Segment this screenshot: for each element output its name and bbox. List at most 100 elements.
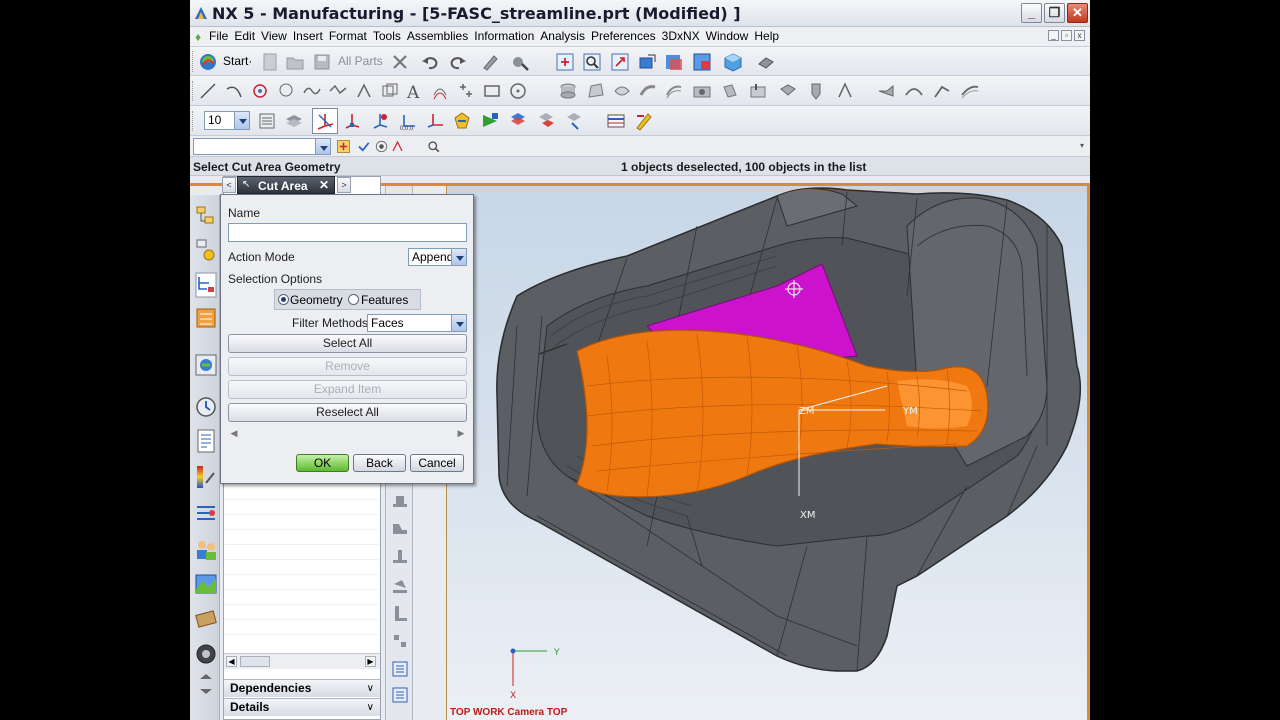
list-item[interactable]	[225, 605, 379, 620]
layer-settings-icon[interactable]	[257, 111, 277, 131]
section-icon[interactable]	[380, 81, 400, 101]
layout-icon[interactable]	[692, 52, 712, 72]
cut-area-tab[interactable]: ↖ Cut Area ✕	[237, 176, 335, 194]
layer-select[interactable]: 10	[204, 111, 250, 130]
cavity-mill-icon[interactable]	[391, 490, 409, 508]
list-item[interactable]	[225, 530, 379, 545]
chevron-down-icon[interactable]	[451, 249, 466, 265]
spline-icon[interactable]	[276, 81, 296, 101]
tab-prev-icon[interactable]: <	[222, 177, 236, 193]
chamfer-icon[interactable]	[664, 81, 684, 101]
assembly-navigator-icon[interactable]	[194, 203, 218, 231]
quick-pick-icon[interactable]	[426, 139, 441, 154]
revolve-icon[interactable]	[586, 81, 606, 101]
tool-list-icon[interactable]	[391, 660, 409, 678]
pan-view-icon[interactable]	[638, 52, 658, 72]
toolbar-grip[interactable]	[192, 51, 195, 72]
thicken-icon[interactable]	[806, 81, 826, 101]
menu-information[interactable]: Information	[474, 29, 540, 43]
menu-help[interactable]: Help	[754, 29, 785, 43]
curve-icon[interactable]	[302, 81, 322, 101]
circle-icon[interactable]	[508, 81, 528, 101]
list-item[interactable]	[225, 485, 379, 500]
menu-tools[interactable]: Tools	[373, 29, 407, 43]
draft-angle-icon[interactable]	[835, 81, 855, 101]
list-item[interactable]	[225, 620, 379, 635]
machine-tool-navigator-icon[interactable]	[194, 305, 218, 333]
back-button[interactable]: Back	[353, 454, 406, 472]
arc-icon[interactable]	[224, 81, 244, 101]
list-item[interactable]	[225, 560, 379, 575]
operation-navigator-icon[interactable]	[194, 271, 218, 299]
save-icon[interactable]	[312, 52, 332, 72]
wcs-button-active[interactable]	[312, 108, 338, 134]
toolbar-grip[interactable]	[192, 111, 195, 131]
offset-curve-icon[interactable]	[430, 81, 450, 101]
select-all-button[interactable]: Select All	[228, 334, 467, 353]
sweep-icon[interactable]	[960, 81, 980, 101]
details-section[interactable]: Details ∨	[224, 698, 380, 716]
menu-file[interactable]: File	[209, 29, 234, 43]
palettes-icon[interactable]	[194, 571, 218, 599]
wcs-dynamics-icon[interactable]	[370, 111, 390, 131]
layer-visibility-icon[interactable]	[284, 111, 304, 131]
start-button[interactable]: Start·	[223, 54, 252, 68]
draft-icon[interactable]	[720, 81, 740, 101]
wcs-orient-icon[interactable]	[425, 111, 445, 131]
point-icon[interactable]	[250, 81, 270, 101]
selection-filter-select[interactable]	[193, 138, 331, 155]
mdi-close-button[interactable]: x	[1074, 30, 1085, 41]
extrude-icon[interactable]	[558, 81, 578, 101]
point-set-icon[interactable]	[456, 81, 476, 101]
create-operation-icon[interactable]	[452, 111, 472, 131]
wcs-origin-icon[interactable]	[342, 111, 362, 131]
action-mode-select[interactable]: Append	[408, 248, 467, 266]
name-field[interactable]	[228, 223, 467, 242]
wcs-rotate-icon[interactable]: 0,0,0	[398, 111, 418, 131]
history-icon[interactable]	[194, 393, 218, 421]
open-file-icon[interactable]	[285, 52, 305, 72]
zlevel-icon[interactable]	[391, 518, 409, 536]
redo-icon[interactable]	[448, 52, 468, 72]
constraint-navigator-icon[interactable]	[194, 237, 218, 265]
drill-icon[interactable]	[391, 632, 409, 650]
deselect-all-icon[interactable]	[374, 139, 389, 154]
zoom-icon[interactable]	[582, 52, 602, 72]
geometry-radio-label[interactable]: Geometry	[290, 293, 343, 307]
polyline-icon[interactable]	[328, 81, 348, 101]
chevron-down-icon[interactable]: ∨	[367, 699, 374, 716]
menu-3dxnx[interactable]: 3DxNX	[662, 29, 706, 43]
flowcut-icon[interactable]	[391, 604, 409, 622]
maximize-button[interactable]: ❐	[1044, 3, 1065, 23]
trim-icon[interactable]	[612, 81, 632, 101]
geometry-radio[interactable]	[278, 294, 289, 305]
graphics-window[interactable]: ZM YM XM Y X TOP WORK Camera TOP	[446, 186, 1090, 720]
list-item[interactable]	[225, 575, 379, 590]
line-icon[interactable]	[198, 81, 218, 101]
scroll-right-icon[interactable]: ▶	[455, 427, 467, 440]
close-button[interactable]: ✕	[1067, 3, 1088, 23]
program-list-icon[interactable]	[391, 686, 409, 704]
chevron-down-icon[interactable]	[451, 315, 466, 331]
dialog-scrollbar[interactable]: ◀ ▶	[228, 427, 467, 441]
menu-window[interactable]: Window	[706, 29, 755, 43]
create-method-icon[interactable]	[564, 111, 584, 131]
features-radio-label[interactable]: Features	[361, 293, 408, 307]
menu-format[interactable]: Format	[329, 29, 373, 43]
menu-analysis[interactable]: Analysis	[540, 29, 591, 43]
fit-view-icon[interactable]	[555, 52, 575, 72]
new-file-icon[interactable]	[260, 52, 280, 72]
render-style-icon[interactable]	[723, 52, 743, 72]
web-browser-icon[interactable]	[194, 351, 218, 379]
general-selection-icon[interactable]	[336, 139, 351, 154]
horizontal-scrollbar[interactable]: ◀ ▶	[224, 653, 380, 669]
dependencies-section[interactable]: Dependencies ∨	[224, 679, 380, 697]
close-icon[interactable]: ✕	[319, 178, 329, 192]
roles-icon[interactable]	[194, 535, 218, 563]
list-item[interactable]	[225, 515, 379, 530]
selection-scope-icon[interactable]	[356, 139, 371, 154]
mdi-restore-button[interactable]: ▫	[1061, 30, 1072, 41]
delete-icon[interactable]	[390, 52, 410, 72]
menu-edit[interactable]: Edit	[234, 29, 261, 43]
menu-preferences[interactable]: Preferences	[591, 29, 662, 43]
